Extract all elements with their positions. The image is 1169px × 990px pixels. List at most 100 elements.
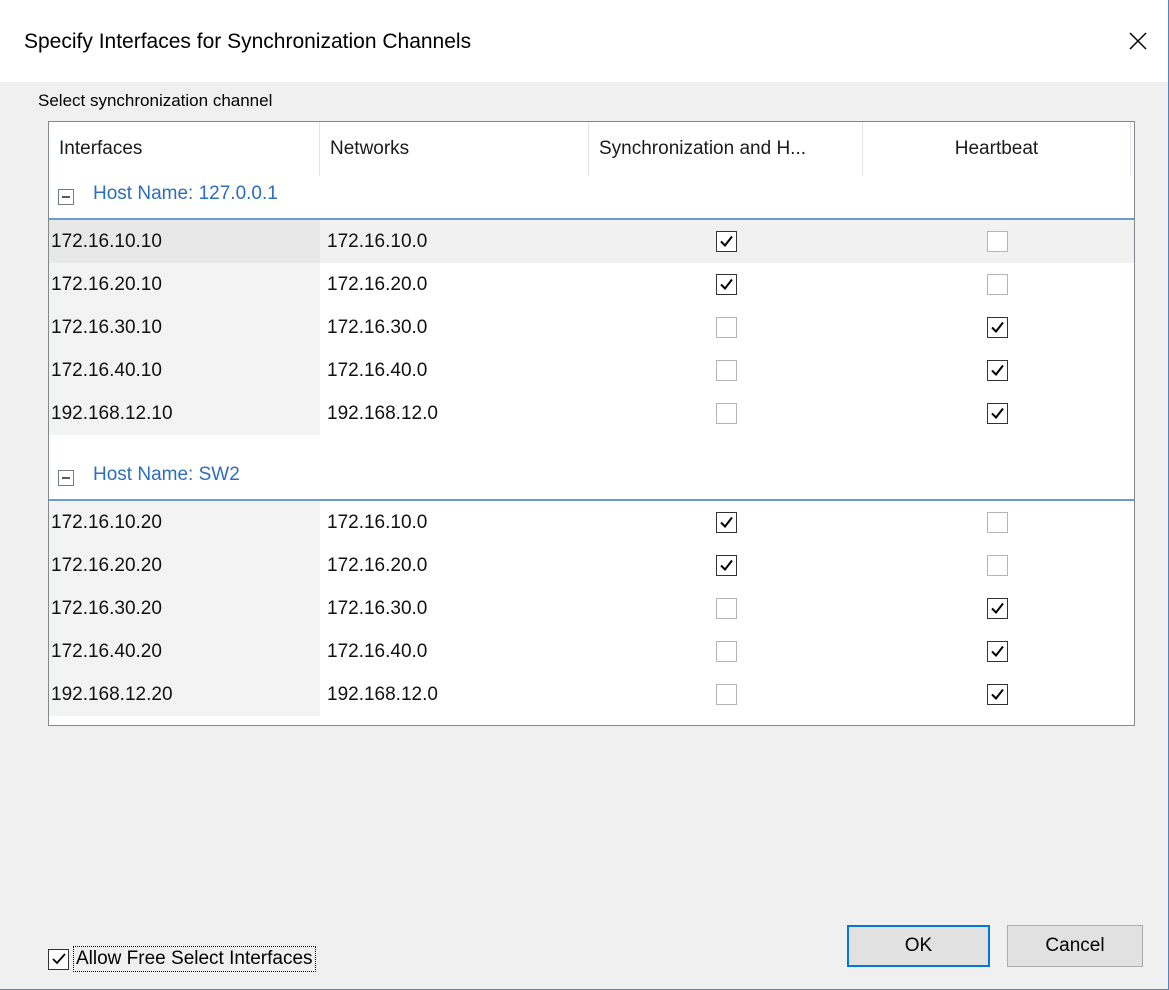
table-row[interactable]: 192.168.12.10 192.168.12.0 [49,392,1134,435]
table-row[interactable]: 172.16.20.10 172.16.20.0 [49,263,1134,306]
table-row[interactable]: 172.16.20.20 172.16.20.0 [49,544,1134,587]
checkmark-icon [990,645,1004,658]
interface-cell: 172.16.20.20 [49,544,320,587]
collapse-icon[interactable] [58,189,74,205]
sync-cell [589,587,863,630]
sync-cell [589,501,863,544]
heartbeat-checkbox[interactable] [986,641,1008,662]
table-row[interactable]: 172.16.40.10 172.16.40.0 [49,349,1134,392]
checkmark-icon [990,364,1004,377]
column-header-networks[interactable]: Networks [320,122,589,176]
checkmark-icon [51,953,66,965]
sync-checkbox[interactable] [715,231,737,252]
network-cell: 172.16.30.0 [327,316,428,338]
interface-cell: 172.16.10.20 [49,501,320,544]
title-bar: Specify Interfaces for Synchronization C… [0,0,1168,82]
network-cell: 172.16.40.0 [327,640,428,662]
heartbeat-checkbox[interactable] [986,360,1008,381]
heartbeat-cell [863,673,1131,716]
sync-checkbox[interactable] [715,555,737,576]
sync-checkbox[interactable] [715,360,737,381]
heartbeat-checkbox[interactable] [986,555,1008,576]
table-row[interactable]: 172.16.10.20 172.16.10.0 [49,501,1134,544]
sync-cell [589,544,863,587]
group-header[interactable]: Host Name: SW2 [49,457,1134,501]
sync-checkbox[interactable] [715,317,737,338]
sync-checkbox[interactable] [715,684,737,705]
sync-cell [589,673,863,716]
network-cell: 172.16.10.0 [327,511,428,533]
checkmark-icon [719,278,733,291]
network-cell: 172.16.10.0 [327,230,428,252]
checkmark-icon [719,235,733,248]
table-row[interactable]: 172.16.10.10 172.16.10.0 [49,220,1134,263]
checkmark-icon [990,321,1004,334]
interface-cell: 172.16.20.10 [49,263,320,306]
table-row[interactable]: 172.16.30.20 172.16.30.0 [49,587,1134,630]
sync-checkbox[interactable] [715,512,737,533]
checkbox-box[interactable] [48,948,69,970]
heartbeat-cell [863,544,1131,587]
collapse-icon[interactable] [58,470,74,486]
column-header-sync[interactable]: Synchronization and H... [589,122,863,176]
interface-cell: 192.168.12.20 [49,673,320,716]
heartbeat-cell [863,587,1131,630]
heartbeat-checkbox[interactable] [986,317,1008,338]
heartbeat-cell [863,220,1131,263]
interfaces-list[interactable]: Interfaces Networks Synchronization and … [48,121,1135,726]
sync-checkbox[interactable] [715,274,737,295]
interface-cell: 172.16.40.10 [49,349,320,392]
checkmark-icon [719,516,733,529]
ok-button[interactable]: OK [847,925,990,967]
allow-free-select-checkbox[interactable]: Allow Free Select Interfaces [48,946,316,972]
sync-cell [589,630,863,673]
heartbeat-checkbox[interactable] [986,684,1008,705]
close-button[interactable] [1108,0,1168,82]
checkmark-icon [719,559,733,572]
allow-free-select-label: Allow Free Select Interfaces [73,946,316,972]
network-cell: 172.16.30.0 [327,597,428,619]
interface-cell: 172.16.10.10 [49,220,320,263]
heartbeat-cell [863,263,1131,306]
sync-checkbox[interactable] [715,598,737,619]
group-header[interactable]: Host Name: 127.0.0.1 [49,176,1134,220]
section-label: Select synchronization channel [38,91,273,110]
dialog-window: Specify Interfaces for Synchronization C… [0,0,1169,990]
table-row[interactable]: 172.16.40.20 172.16.40.0 [49,630,1134,673]
close-icon [1129,32,1147,50]
interface-cell: 172.16.30.20 [49,587,320,630]
heartbeat-checkbox[interactable] [986,231,1008,252]
interface-cell: 172.16.40.20 [49,630,320,673]
sync-cell [589,392,863,435]
heartbeat-checkbox[interactable] [986,598,1008,619]
group-title: Host Name: 127.0.0.1 [93,183,278,204]
heartbeat-checkbox[interactable] [986,403,1008,424]
column-header-heartbeat[interactable]: Heartbeat [863,122,1131,176]
window-title: Specify Interfaces for Synchronization C… [24,30,472,53]
checkmark-icon [990,407,1004,420]
sync-cell [589,306,863,349]
interface-cell: 172.16.30.10 [49,306,320,349]
heartbeat-cell [863,630,1131,673]
heartbeat-cell [863,501,1131,544]
cancel-button[interactable]: Cancel [1007,925,1143,967]
table-row[interactable]: 172.16.30.10 172.16.30.0 [49,306,1134,349]
sync-checkbox[interactable] [715,641,737,662]
sync-checkbox[interactable] [715,403,737,424]
sync-cell [589,349,863,392]
heartbeat-cell [863,392,1131,435]
checkmark-icon [990,688,1004,701]
heartbeat-cell [863,306,1131,349]
table-row[interactable]: 192.168.12.20 192.168.12.0 [49,673,1134,716]
column-header-interfaces[interactable]: Interfaces [49,122,320,176]
checkmark-icon [990,602,1004,615]
network-cell: 172.16.20.0 [327,273,428,295]
heartbeat-checkbox[interactable] [986,512,1008,533]
heartbeat-cell [863,349,1131,392]
heartbeat-checkbox[interactable] [986,274,1008,295]
sync-cell [589,220,863,263]
group-title: Host Name: SW2 [93,464,240,485]
network-cell: 172.16.40.0 [327,359,428,381]
sync-cell [589,263,863,306]
list-header: Interfaces Networks Synchronization and … [49,122,1134,176]
